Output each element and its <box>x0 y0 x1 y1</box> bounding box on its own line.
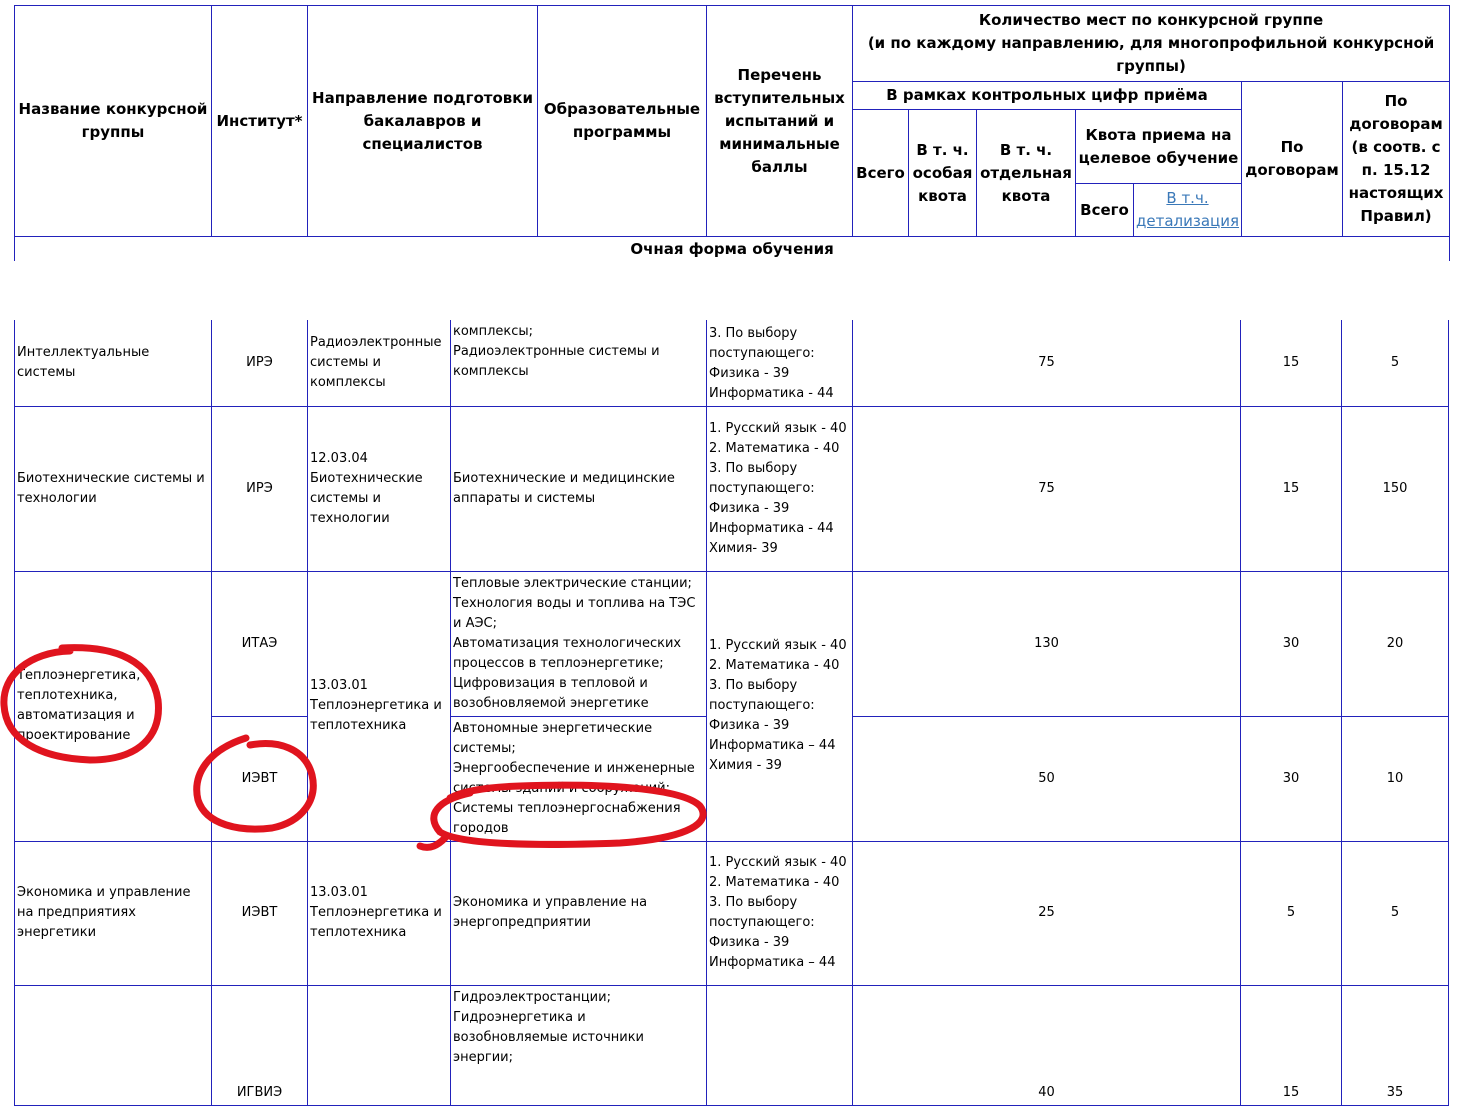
admission-table-header: Название конкурсной группы Институт* Нап… <box>13 5 1451 261</box>
section-full-time: Очная форма обучения <box>13 236 1451 261</box>
group-name: Биотехнические системы и технологии <box>14 405 212 572</box>
target-detail-link[interactable]: В т.ч. детализация <box>1136 189 1239 230</box>
exams: 3. По выбору поступающего: Физика - 39 И… <box>706 320 853 407</box>
direction: 13.03.01 Теплоэнергетика и теплотехника <box>307 840 451 986</box>
places-contract-1512: 5 <box>1341 320 1449 407</box>
places-total: 25 <box>852 840 1241 986</box>
header-direction: Направление подготовки бакалавров и спец… <box>307 5 538 237</box>
header-separate-quota: В т. ч. отдельная квота <box>976 109 1076 237</box>
direction: 12.03.04 Биотехнические системы и технол… <box>307 405 451 572</box>
places-contract: 30 <box>1240 715 1342 842</box>
places-total: 75 <box>852 405 1241 572</box>
institute: ИРЭ <box>211 320 308 407</box>
group-name <box>14 984 212 1106</box>
header-institute: Институт* <box>211 5 308 237</box>
programs: Гидроэлектростанции; Гидроэнергетика и в… <box>450 984 707 1106</box>
institute: ИРЭ <box>211 405 308 572</box>
direction: Радиоэлектронные системы и комплексы <box>307 320 451 407</box>
programs: Тепловые электрические станции; Технолог… <box>450 570 707 717</box>
places-contract: 15 <box>1240 405 1342 572</box>
exams: 1. Русский язык - 40 2. Математика - 40 … <box>706 570 853 842</box>
places-contract: 15 <box>1240 984 1342 1106</box>
admission-table-body: Интеллектуальные системы ИРЭ Радиоэлектр… <box>14 320 1449 1106</box>
header-control-figures: В рамках контрольных цифр приёма <box>852 81 1242 110</box>
table-row: Экономика и управление на предприятиях э… <box>14 840 1449 986</box>
places-total: 75 <box>852 320 1241 407</box>
group-name: Интеллектуальные системы <box>14 320 212 407</box>
places-contract: 5 <box>1240 840 1342 986</box>
group-name: Экономика и управление на предприятиях э… <box>14 840 212 986</box>
direction: 13.03.01 Теплоэнергетика и теплотехника <box>307 570 451 842</box>
header-total: Всего <box>852 109 909 237</box>
programs: комплексы; Радиоэлектронные системы и ко… <box>450 320 707 407</box>
places-contract: 30 <box>1240 570 1342 717</box>
table-row: Биотехнические системы и технологии ИРЭ … <box>14 405 1449 572</box>
direction <box>307 984 451 1106</box>
places-contract-1512: 10 <box>1341 715 1449 842</box>
group-name: Теплоэнергетика, теплотехника, автоматиз… <box>14 570 212 842</box>
header-target-detail: В т.ч. детализация <box>1133 183 1242 237</box>
table-row: ИГВИЭ Гидроэлектростанции; Гидроэнергети… <box>14 984 1449 1106</box>
header-target-total: Всего <box>1075 183 1134 237</box>
places-contract-1512: 150 <box>1341 405 1449 572</box>
programs: Экономика и управление на энергопредприя… <box>450 840 707 986</box>
places-contract-1512: 35 <box>1341 984 1449 1106</box>
header-competition-group: Название конкурсной группы <box>14 5 212 237</box>
places-contract-1512: 20 <box>1341 570 1449 717</box>
table-row: Теплоэнергетика, теплотехника, автоматиз… <box>14 570 1449 842</box>
exams <box>706 984 853 1106</box>
places-contract: 15 <box>1240 320 1342 407</box>
header-target-quota: Квота приема на целевое обучение <box>1075 109 1242 184</box>
exams: 1. Русский язык - 40 2. Математика - 40 … <box>706 840 853 986</box>
header-by-contract: По договорам <box>1241 81 1343 237</box>
institute: ИГВИЭ <box>211 984 308 1106</box>
exams: 1. Русский язык - 40 2. Математика - 40 … <box>706 405 853 572</box>
header-programs: Образовательные программы <box>537 5 707 237</box>
institute: ИЭВТ <box>211 840 308 986</box>
header-by-contract-1512: По договорам (в соотв. с п. 15.12 настоя… <box>1341 81 1451 237</box>
header-special-quota: В т. ч. особая квота <box>908 109 977 237</box>
header-places-count: Количество мест по конкурсной группе (и … <box>851 5 1451 82</box>
header-exams: Перечень вступительных испытаний и миним… <box>706 5 853 237</box>
programs: Автономные энергетические системы; Энерг… <box>450 715 707 842</box>
table-row: Интеллектуальные системы ИРЭ Радиоэлектр… <box>14 320 1449 407</box>
programs: Биотехнические и медицинские аппараты и … <box>450 405 707 572</box>
places-contract-1512: 5 <box>1341 840 1449 986</box>
places-total: 40 <box>852 984 1241 1106</box>
institute: ИТАЭ <box>211 570 308 717</box>
places-total: 130 <box>852 570 1241 717</box>
places-total: 50 <box>852 715 1241 842</box>
institute: ИЭВТ <box>211 715 308 842</box>
